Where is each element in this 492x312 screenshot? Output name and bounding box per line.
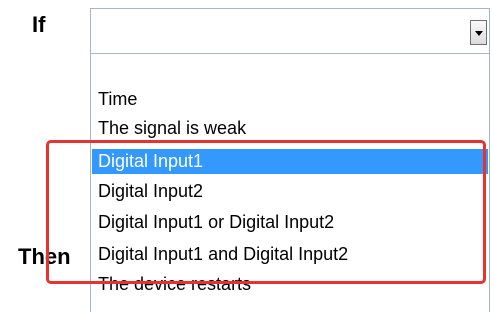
option-time[interactable]: Time (92, 87, 488, 112)
option-signal-weak[interactable]: The signal is weak (92, 116, 488, 141)
chevron-down-icon (475, 31, 483, 36)
if-label: If (32, 12, 46, 37)
dropdown-options-list[interactable]: Time The signal is weak Digital Input1 D… (90, 54, 490, 312)
dropdown-button[interactable] (470, 20, 487, 45)
option-device-restarts[interactable]: The device restarts (92, 272, 488, 297)
option-digital-input2[interactable]: Digital Input2 (92, 179, 488, 204)
option-input1-or-input2[interactable]: Digital Input1 or Digital Input2 (92, 210, 488, 235)
condition-select[interactable] (90, 8, 490, 54)
option-input1-and-input2[interactable]: Digital Input1 and Digital Input2 (92, 242, 488, 267)
option-digital-input1[interactable]: Digital Input1 (92, 149, 488, 174)
then-label: Then (18, 244, 71, 269)
